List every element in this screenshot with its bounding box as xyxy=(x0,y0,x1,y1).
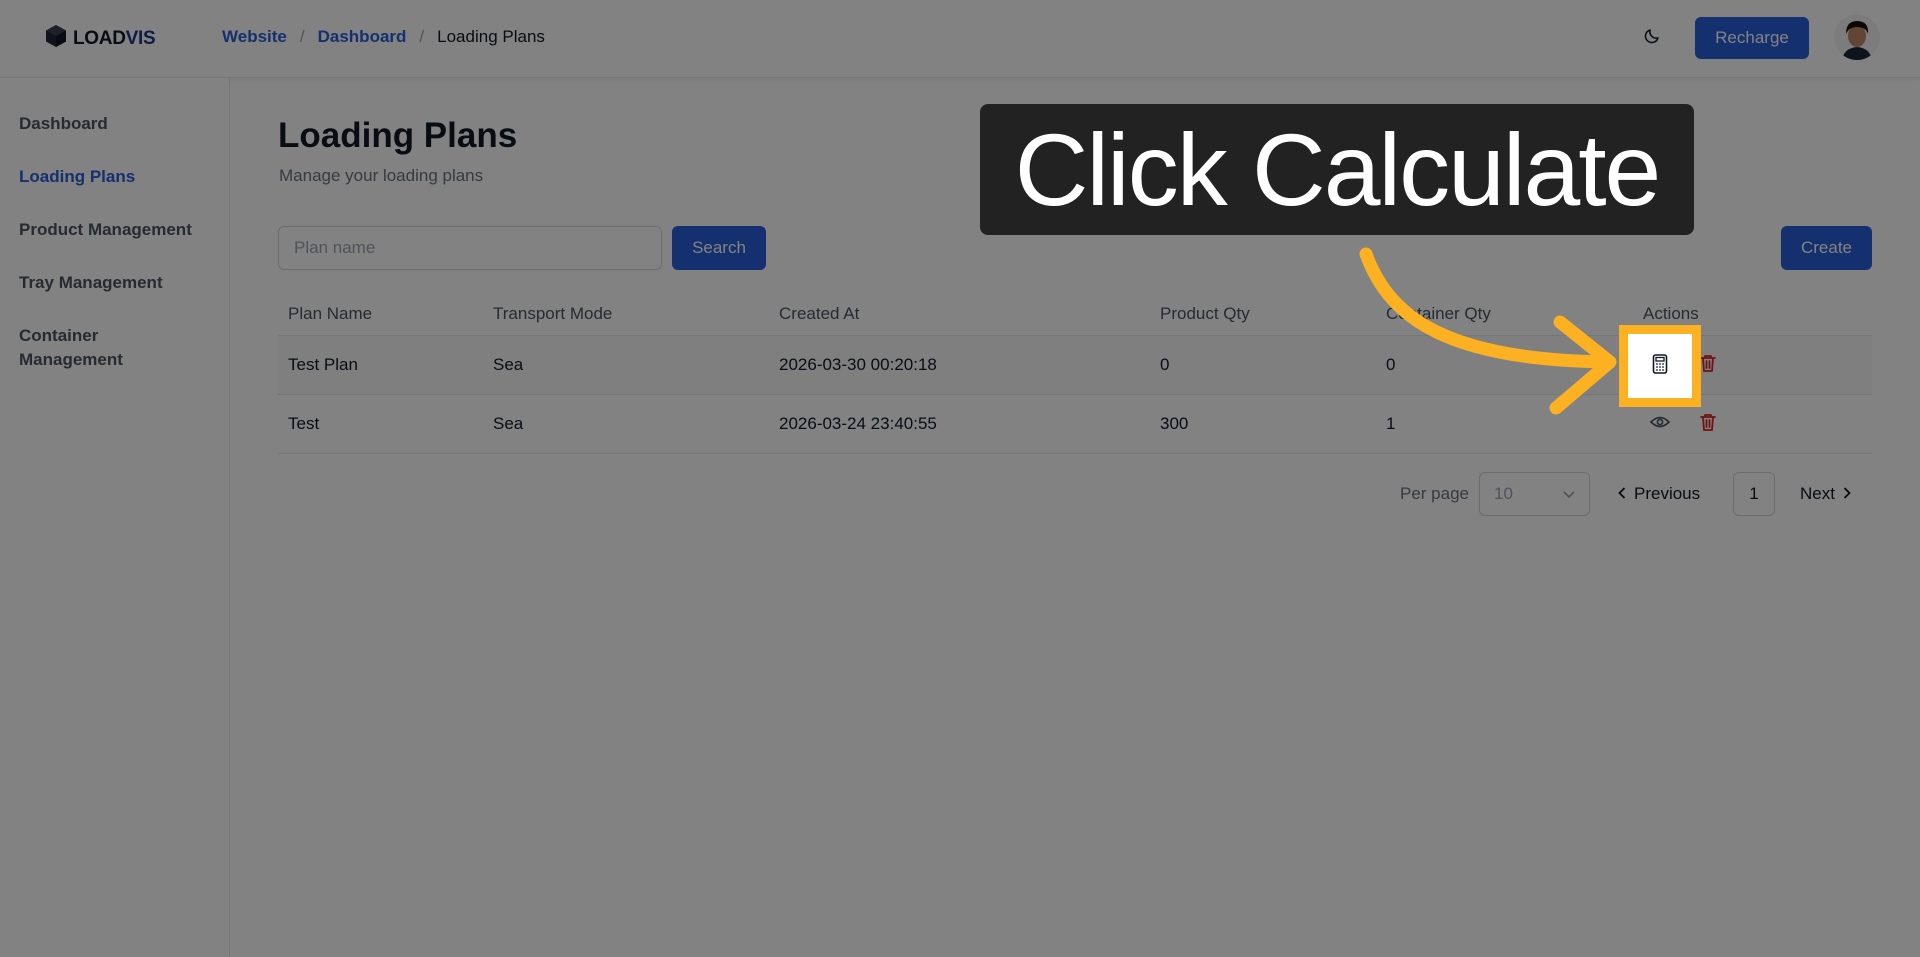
tutorial-callout-text: Click Calculate xyxy=(1014,112,1662,227)
calculate-button-highlight[interactable] xyxy=(1619,325,1701,407)
tutorial-callout: Click Calculate xyxy=(980,104,1694,235)
calculator-icon xyxy=(1652,353,1668,379)
tutorial-arrow-icon xyxy=(1359,247,1617,415)
